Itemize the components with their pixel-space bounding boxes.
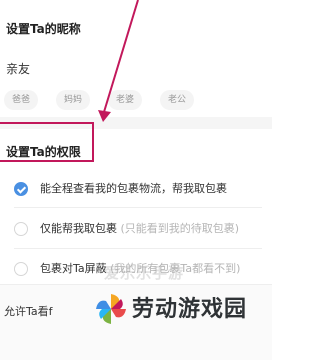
chip-laogong[interactable]: 老公 xyxy=(160,90,194,110)
option-label-group: 仅能帮我取包裹 (只能看到我的待取包裹) xyxy=(40,222,239,236)
pinwheel-logo-icon xyxy=(96,294,126,324)
radio-unchecked-icon[interactable] xyxy=(14,222,28,236)
option-label: 能全程查看我的包裹物流，帮我取包裹 xyxy=(40,182,227,195)
radio-checked-icon[interactable] xyxy=(14,182,28,196)
chip-mama[interactable]: 妈妈 xyxy=(56,90,90,110)
option-label: 包裹对Ta屏蔽 xyxy=(40,262,107,275)
option-sublabel: (只能看到我的待取包裹) xyxy=(120,222,240,235)
allow-label: 允许Ta看f xyxy=(4,305,53,318)
watermark-faint-text: 爱乐乐手游 xyxy=(104,264,185,282)
divider xyxy=(14,207,262,208)
watermark-logo-text: 劳动游戏园 xyxy=(132,297,248,322)
divider xyxy=(14,248,262,249)
radio-unchecked-icon[interactable] xyxy=(14,262,28,276)
chip-baba[interactable]: 爸爸 xyxy=(4,90,38,110)
option-label: 仅能帮我取包裹 xyxy=(40,222,117,235)
nickname-input[interactable]: 亲友 xyxy=(6,60,30,77)
chip-laopo[interactable]: 老婆 xyxy=(108,90,142,110)
permission-title: 设置Ta的权限 xyxy=(6,145,81,159)
nickname-title: 设置Ta的昵称 xyxy=(6,22,81,36)
